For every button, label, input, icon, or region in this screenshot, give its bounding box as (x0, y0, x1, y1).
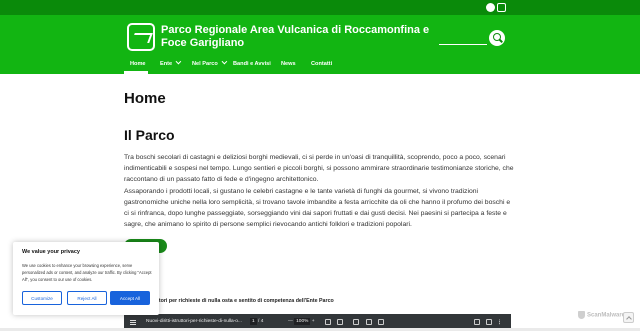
fit-page-icon[interactable] (325, 319, 331, 325)
zoom-in-icon[interactable]: + (312, 319, 315, 324)
nav-item-label: Bandi e Avvisi (233, 61, 271, 67)
scroll-to-top-button[interactable] (623, 312, 634, 323)
park-logo-icon[interactable] (127, 23, 155, 51)
shield-icon (578, 311, 585, 319)
site-header: Parco Regionale Area Vulcanica di Roccam… (0, 15, 640, 57)
zoom-out-icon[interactable]: — (288, 319, 293, 324)
search-input[interactable] (439, 44, 487, 45)
redo-icon[interactable] (378, 319, 384, 325)
nav-item-label: Home (130, 61, 146, 67)
cookie-text: We use cookies to enhance your browsing … (22, 263, 152, 282)
nav-item-news[interactable]: News (281, 61, 296, 67)
main-nav: Home Ente Nel Parco Bandi e Avvisi News … (0, 57, 640, 74)
pdf-page-input[interactable]: 1 (250, 318, 257, 325)
more-options-icon[interactable] (499, 319, 501, 325)
menu-icon[interactable] (130, 320, 136, 321)
pdf-page-indicator: 1 / 4 (250, 318, 263, 325)
pdf-page-separator: / (258, 319, 260, 324)
nav-item-ente[interactable]: Ente (160, 58, 182, 67)
site-title[interactable]: Parco Regionale Area Vulcanica di Roccam… (161, 24, 431, 50)
instagram-icon[interactable] (497, 3, 506, 12)
watermark-text: ScanMalware (587, 312, 626, 319)
nav-item-home[interactable]: Home (130, 61, 146, 67)
nav-item-nel-parco[interactable]: Nel Parco (192, 58, 228, 67)
document-title: truttori per richieste di nulla osta e s… (150, 298, 334, 304)
facebook-icon[interactable] (486, 3, 495, 12)
reject-all-button[interactable]: Reject All (67, 291, 107, 305)
pdf-zoom: — 100% + (288, 318, 315, 325)
nav-item-label: Ente (160, 61, 173, 67)
page-title: Home (124, 90, 166, 107)
intro-paragraph: Tra boschi secolari di castagni e delizi… (124, 154, 514, 183)
nav-item-bandi-e-avvisi[interactable]: Bandi e Avvisi (233, 61, 271, 67)
customize-button[interactable]: Customize (22, 291, 62, 305)
nav-active-indicator (124, 71, 148, 74)
highlight-icon[interactable] (353, 319, 359, 325)
chevron-down-icon (175, 58, 182, 65)
zoom-input[interactable]: 100% (294, 318, 311, 325)
products-paragraph: Assaporando i prodotti locali, si gustan… (124, 188, 511, 228)
watermark: ScanMalware (578, 311, 625, 319)
cookie-consent-banner: We value your privacy We use cookies to … (13, 242, 159, 315)
accept-all-button[interactable]: Accept All (110, 291, 150, 305)
pdf-filename: Nuovi-diritti-istruttori-per-richieste-d… (146, 319, 242, 324)
nav-item-label: Nel Parco (192, 61, 218, 67)
rotate-icon[interactable] (337, 319, 343, 325)
section-title: Il Parco (124, 127, 175, 143)
nav-item-label: Contatti (311, 61, 333, 67)
nav-item-label: News (281, 61, 296, 67)
nav-item-contatti[interactable]: Contatti (311, 61, 332, 67)
chevron-down-icon (221, 58, 228, 65)
top-bar (0, 0, 640, 15)
print-icon[interactable] (486, 319, 492, 325)
download-icon[interactable] (474, 319, 480, 325)
undo-icon[interactable] (366, 319, 372, 325)
search-icon[interactable] (489, 30, 505, 46)
pdf-total-pages: 4 (260, 319, 264, 324)
cookie-title: We value your privacy (22, 249, 80, 255)
